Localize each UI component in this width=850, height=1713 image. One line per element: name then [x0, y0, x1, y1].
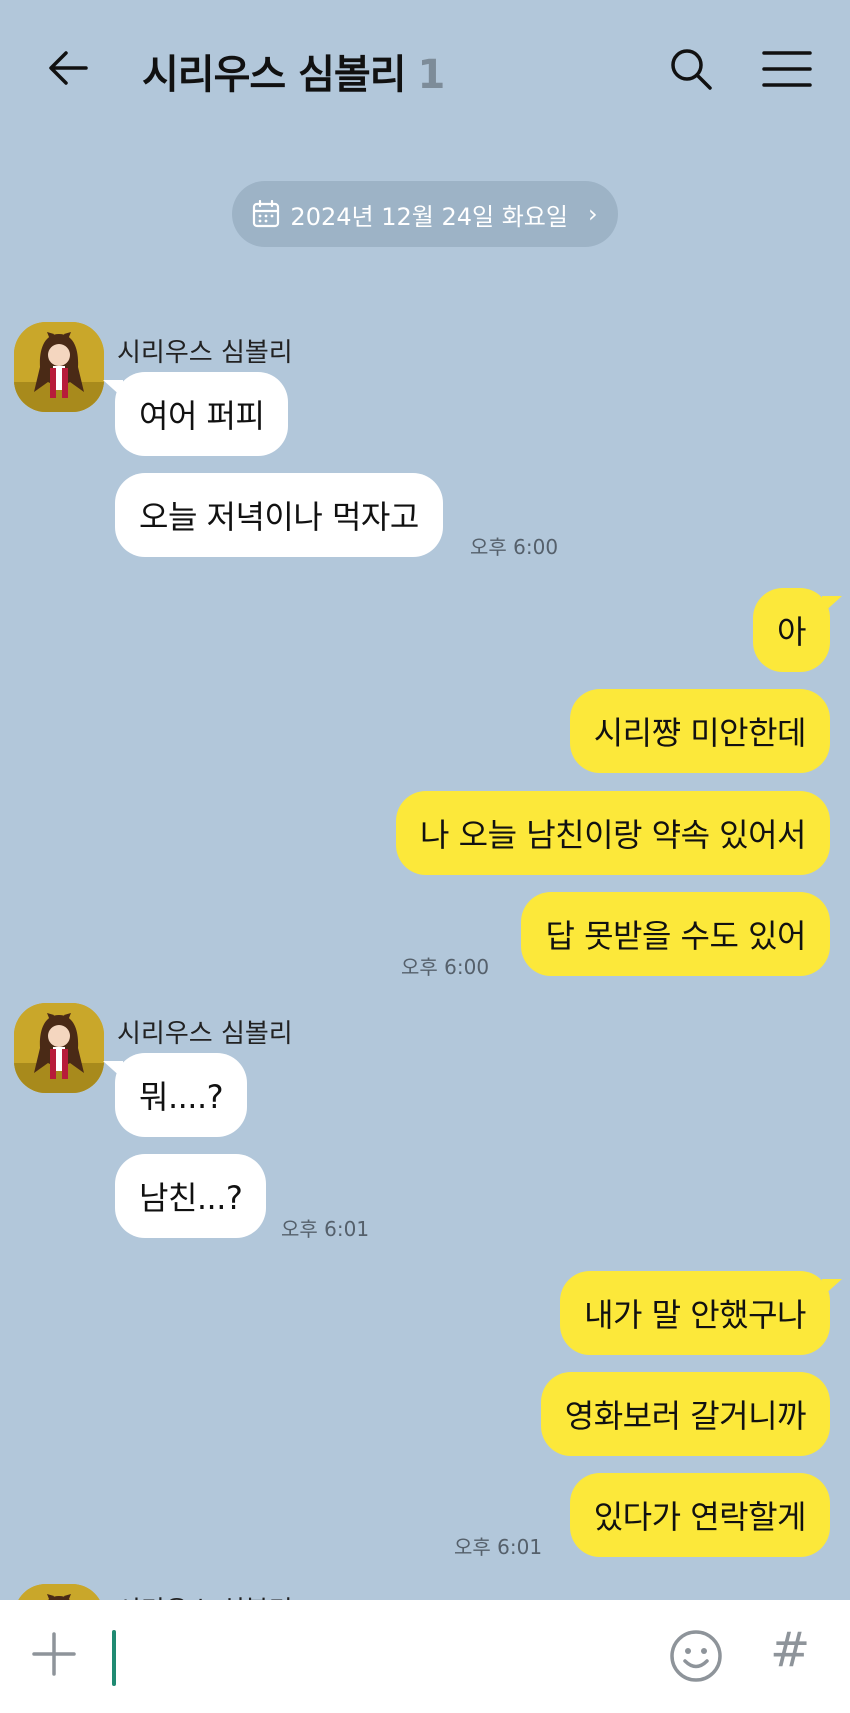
chat-name: 시리우스 심볼리: [142, 52, 407, 98]
incoming-message-bubble[interactable]: 오늘 저녁이나 먹자고: [115, 473, 443, 557]
avatar[interactable]: [14, 1003, 104, 1093]
member-count: 1: [417, 52, 446, 98]
search-icon: [671, 49, 712, 90]
incoming-message-bubble[interactable]: 남친...?: [115, 1154, 267, 1238]
search-button[interactable]: [662, 40, 720, 98]
outgoing-message-bubble[interactable]: 내가 말 안했구나: [560, 1271, 842, 1355]
chevron-right-icon: ›: [587, 200, 598, 228]
avatar[interactable]: [14, 322, 104, 412]
outgoing-message-bubble[interactable]: 영화보러 갈거니까: [540, 1372, 830, 1456]
back-button[interactable]: [40, 40, 96, 96]
hamburger-menu-icon: [762, 51, 812, 87]
message-timestamp: 오후 6:01: [281, 1217, 370, 1241]
calendar-icon: [253, 200, 280, 228]
date-divider-text: 2024년 12월 24일 화요일: [290, 202, 568, 231]
avatar-image: [14, 1003, 104, 1093]
sender-name: 시리우스 심볼리: [117, 338, 293, 368]
attach-button[interactable]: [30, 1630, 78, 1678]
incoming-message-bubble[interactable]: 여어 퍼피: [102, 372, 289, 456]
plus-icon: [32, 1632, 76, 1676]
message-timestamp: 오후 6:00: [401, 955, 490, 979]
sender-name: 시리우스 심볼리: [117, 1019, 293, 1049]
message-timestamp: 오후 6:01: [454, 1535, 543, 1559]
chat-header: 시리우스 심볼리 1: [0, 0, 850, 140]
avatar-image: [14, 322, 104, 412]
text-input-cursor[interactable]: [112, 1630, 116, 1686]
emoji-button[interactable]: [668, 1628, 724, 1684]
outgoing-message-bubble[interactable]: 답 못받을 수도 있어: [521, 892, 830, 976]
emoji-icon: [670, 1630, 722, 1682]
chat-title: 시리우스 심볼리 1: [142, 42, 446, 100]
message-timestamp: 오후 6:00: [470, 535, 559, 559]
menu-button[interactable]: [756, 40, 818, 98]
incoming-message-bubble[interactable]: 뭐....?: [102, 1053, 248, 1137]
date-divider[interactable]: 2024년 12월 24일 화요일 ›: [232, 181, 618, 247]
outgoing-message-bubble[interactable]: 나 오늘 남친이랑 약속 있어서: [396, 791, 830, 875]
outgoing-message-bubble[interactable]: 있다가 연락할게: [569, 1473, 830, 1557]
hashtag-button[interactable]: #: [770, 1622, 810, 1678]
outgoing-message-bubble[interactable]: 아: [753, 588, 842, 672]
outgoing-message-bubble[interactable]: 시리쨩 미안한데: [569, 689, 830, 773]
arrow-left-icon: [49, 51, 88, 85]
message-input-bar: #: [0, 1600, 850, 1713]
